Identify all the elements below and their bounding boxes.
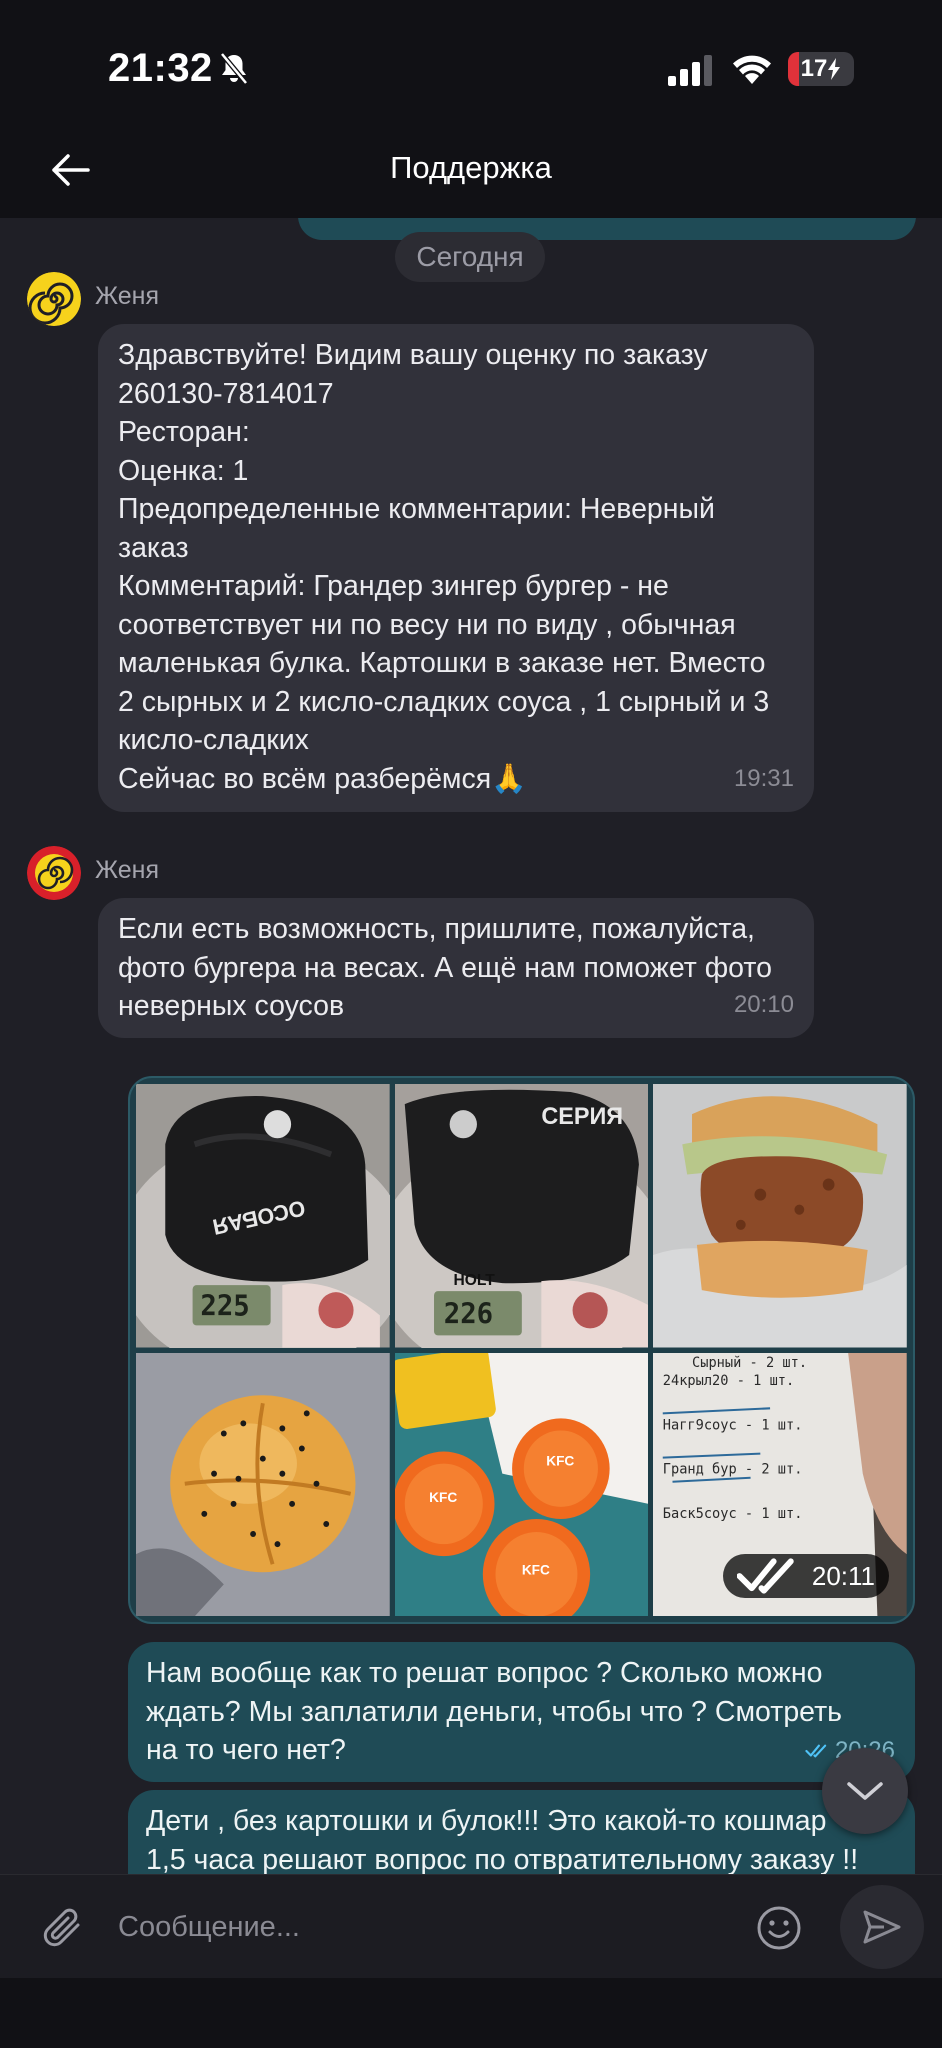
scale-reading: 225 <box>200 1289 249 1322</box>
photo-image <box>136 1352 390 1616</box>
bell-off-icon <box>220 52 248 85</box>
status-bar: 21:32 17 <box>0 0 942 140</box>
outgoing-message-bubble[interactable]: Дети , без картошки и булок!!! Это какой… <box>128 1790 915 1874</box>
header-title: Поддержка <box>390 150 552 185</box>
scroll-to-bottom-button[interactable] <box>822 1748 908 1834</box>
previous-message-bubble <box>298 218 916 240</box>
chevron-down-icon <box>847 1782 883 1800</box>
message-line: соответствует ни по весу ни по виду , об… <box>118 608 736 641</box>
status-time: 21:32 <box>108 46 213 90</box>
message-time: 20:10 <box>733 990 794 1018</box>
send-icon <box>863 1910 901 1944</box>
photo-bun[interactable] <box>136 1352 390 1616</box>
wifi-icon <box>733 55 771 84</box>
photo-burger-scale-1[interactable]: ОСОБАЯ 225 <box>136 1084 390 1348</box>
message-line: Комментарий: Грандер зингер бургер - не <box>118 570 669 602</box>
outgoing-message-bubble[interactable]: Нам вообще как то решат вопрос ? Сколько… <box>128 1642 915 1782</box>
chat-area[interactable]: Сегодня Женя Здравствуйте! Видим вашу оц… <box>0 218 942 1874</box>
receipt-line: Нагг9соус - 1 шт. <box>663 1417 803 1433</box>
message-line: Нам вообще как то решат вопрос ? Сколько… <box>146 1657 823 1689</box>
message-input[interactable] <box>118 1897 738 1957</box>
message-line: на то чего нет? <box>146 1734 346 1766</box>
photo-receipt[interactable]: Сырный - 2 шт. 24крыл20 - 1 шт. Нагг9соу… <box>653 1352 907 1616</box>
sauce-label: KFC <box>521 1561 549 1577</box>
double-check-icon <box>737 1558 795 1594</box>
message-bubble[interactable]: Если есть возможность, пришлите, пожалуй… <box>98 898 814 1038</box>
paperclip-icon[interactable] <box>40 1903 86 1951</box>
photo-sauces[interactable]: KFC KFC KFC <box>394 1352 649 1616</box>
battery-text: 17 <box>788 52 854 86</box>
message-line: ждать? Мы заплатили деньги, чтобы что ? … <box>146 1695 842 1728</box>
photo-image: ОСОБАЯ 225 <box>136 1084 390 1348</box>
sender-name: Женя <box>95 282 160 310</box>
message-line: фото бургера на весах. А ещё нам поможет… <box>118 951 772 984</box>
message-line: Дети , без картошки и булок!!! Это какой… <box>146 1805 827 1837</box>
scale-reading: 226 <box>443 1297 492 1330</box>
photo-opened-burger[interactable] <box>653 1084 907 1348</box>
battery-indicator: 17 <box>788 52 854 86</box>
message-line: Ресторан: <box>118 416 250 448</box>
chat-header: Поддержка <box>0 140 942 218</box>
wrapper-print: СЕРИЯ <box>541 1103 623 1130</box>
avatar[interactable] <box>27 272 81 326</box>
message-composer <box>0 1874 942 1978</box>
avatar[interactable] <box>27 846 81 900</box>
album-time-text: 20:11 <box>811 1560 875 1591</box>
message-line: 260130-7814017 <box>118 377 334 410</box>
double-check-icon <box>805 1744 827 1758</box>
message-bubble[interactable]: Здравствуйте! Видим вашу оценку по заказ… <box>98 324 814 812</box>
message-time: 19:31 <box>733 764 794 792</box>
receipt-line: Сырный - 2 шт. <box>692 1354 807 1370</box>
scale-brand: HOLT <box>453 1272 495 1289</box>
message-line: Если есть возможность, пришлите, пожалуй… <box>118 913 755 945</box>
receipt-line: Гранд бур - 2 шт. <box>663 1461 803 1477</box>
message-line: Здравствуйте! Видим вашу оценку по заказ… <box>118 339 708 371</box>
photo-image: KFC KFC KFC <box>394 1352 649 1616</box>
photo-burger-scale-2[interactable]: СЕРИЯ HOLT 226 <box>394 1084 649 1348</box>
sauce-label: KFC <box>546 1452 574 1468</box>
battery-percent: 17 <box>800 55 828 82</box>
signal-icon <box>668 55 712 86</box>
photo-album[interactable]: ОСОБАЯ 225 СЕРИЯ HOLT 226 KFC KFC KFC Сы… <box>128 1076 915 1624</box>
album-timestamp: 20:11 <box>723 1554 889 1598</box>
message-line: Сейчас во всём разберёмся🙏 <box>118 762 527 795</box>
receipt-line: Баск5соус - 1 шт. <box>663 1505 803 1521</box>
message-line: кисло-сладких <box>118 724 309 756</box>
charging-bolt-icon <box>828 58 841 80</box>
sender-name: Женя <box>95 856 160 884</box>
sauce-label: KFC <box>429 1488 457 1504</box>
send-button[interactable] <box>840 1885 924 1969</box>
message-line: 1,5 часа решают вопрос по отвратительном… <box>146 1843 859 1875</box>
photo-image <box>653 1084 907 1348</box>
message-line: неверных соусов <box>118 990 345 1022</box>
message-line: заказ <box>118 531 189 564</box>
emoji-icon[interactable] <box>756 1905 802 1951</box>
bottom-safe-area <box>0 1978 942 2048</box>
photo-image: СЕРИЯ HOLT 226 <box>394 1084 649 1348</box>
receipt-line: 24крыл20 - 1 шт. <box>663 1373 794 1389</box>
message-line: Оценка: 1 <box>118 454 249 487</box>
message-line: 2 сырных и 2 кисло-сладких соуса , 1 сыр… <box>118 685 770 718</box>
message-line: Предопределенные комментарии: Неверный <box>118 493 715 525</box>
message-line: маленькая булка. Картошки в заказе нет. … <box>118 647 766 679</box>
date-divider: Сегодня <box>395 232 545 282</box>
